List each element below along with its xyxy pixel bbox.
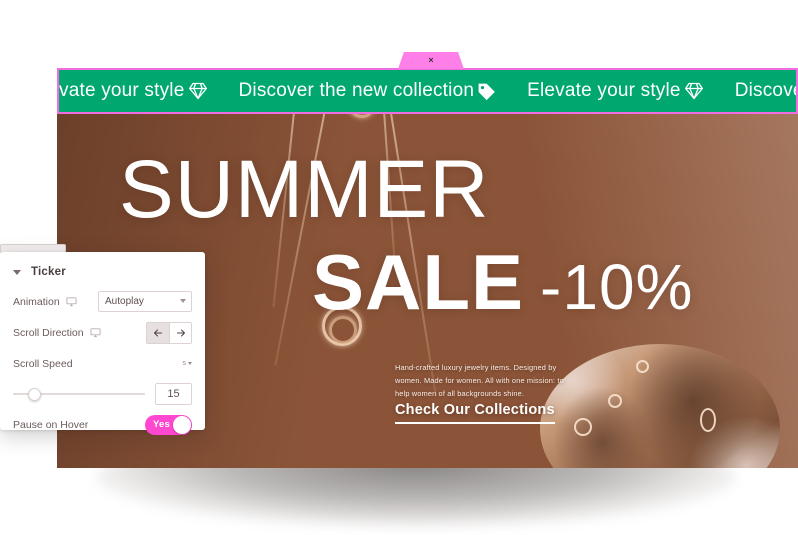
scroll-direction-label-group: Scroll Direction xyxy=(13,327,101,339)
close-icon: × xyxy=(428,55,434,65)
diamond-icon xyxy=(683,81,705,101)
ticker-item: Discover the new co xyxy=(721,80,796,102)
ticker-close-tab[interactable]: × xyxy=(398,52,464,69)
banner-sale-word: SALE xyxy=(312,238,525,326)
animation-label-group: Animation xyxy=(13,296,77,308)
pause-on-hover-toggle[interactable]: Yes xyxy=(145,414,192,435)
ring-jewelry xyxy=(574,418,592,436)
ticker-item: Discover the new collection xyxy=(225,80,514,102)
animation-row: Animation Autoplay xyxy=(13,286,192,317)
diamond-icon xyxy=(187,81,209,101)
slider-thumb[interactable] xyxy=(27,387,41,401)
animation-label: Animation xyxy=(13,295,60,308)
animation-select-wrap: Autoplay xyxy=(98,291,192,312)
scroll-speed-input[interactable] xyxy=(155,383,192,405)
banner-headline: SUMMER xyxy=(119,144,490,235)
desktop-icon[interactable] xyxy=(90,327,101,338)
desktop-icon[interactable] xyxy=(66,296,77,307)
scroll-direction-right-button[interactable] xyxy=(169,322,191,343)
animation-select[interactable]: Autoplay xyxy=(98,291,192,312)
caret-down-icon[interactable] xyxy=(13,269,21,275)
caret-down-icon xyxy=(188,362,192,365)
ticker-item-label: Discover the new co xyxy=(734,80,796,101)
ticker-item: Elevate your style xyxy=(513,80,721,102)
scroll-speed-row: Scroll Speed s xyxy=(13,348,192,379)
scroll-speed-slider-row xyxy=(13,379,192,409)
scroll-direction-group xyxy=(146,321,192,344)
editor-stage: SUMMER SALE -10% Hand-crafted luxury jewe… xyxy=(0,0,798,535)
ticker-track: vate your style Discover the new collect… xyxy=(59,70,796,112)
ticker-settings-panel: Ticker Animation Autoplay Scroll Directi… xyxy=(0,252,205,435)
check-our-collections-link[interactable]: Check Our Collections xyxy=(395,402,555,424)
scroll-speed-slider[interactable] xyxy=(13,387,145,401)
panel-header[interactable]: Ticker xyxy=(13,252,192,286)
ticker-item: vate your style xyxy=(59,80,225,102)
scroll-speed-unit-selector[interactable]: s xyxy=(182,360,192,367)
ticker-item-label: vate your style xyxy=(59,80,185,101)
scroll-speed-label: Scroll Speed xyxy=(13,357,73,370)
pause-on-hover-label: Pause on Hover xyxy=(13,418,89,431)
ticker-widget[interactable]: vate your style Discover the new collect… xyxy=(57,68,798,114)
banner-discount: -10% xyxy=(540,251,694,323)
pause-on-hover-toggle-label: Yes xyxy=(153,419,170,430)
pause-on-hover-row: Pause on Hover Yes xyxy=(13,409,192,440)
panel-title: Ticker xyxy=(31,266,66,278)
ring-jewelry xyxy=(608,394,622,408)
banner-subheadline: SALE -10% xyxy=(312,243,693,324)
scroll-direction-label: Scroll Direction xyxy=(13,326,84,339)
banner-description: Hand-crafted luxury jewelry items. Desig… xyxy=(395,363,564,398)
tag-icon xyxy=(476,81,497,101)
earring-jewelry xyxy=(700,408,716,432)
scroll-direction-left-button[interactable] xyxy=(147,322,169,343)
ring-jewelry xyxy=(636,360,649,373)
scroll-direction-row: Scroll Direction xyxy=(13,317,192,348)
scroll-speed-unit-label: s xyxy=(182,360,187,367)
ticker-item-label: Elevate your style xyxy=(527,80,681,101)
toggle-knob xyxy=(173,415,191,434)
ticker-item-label: Discover the new collection xyxy=(238,80,475,101)
